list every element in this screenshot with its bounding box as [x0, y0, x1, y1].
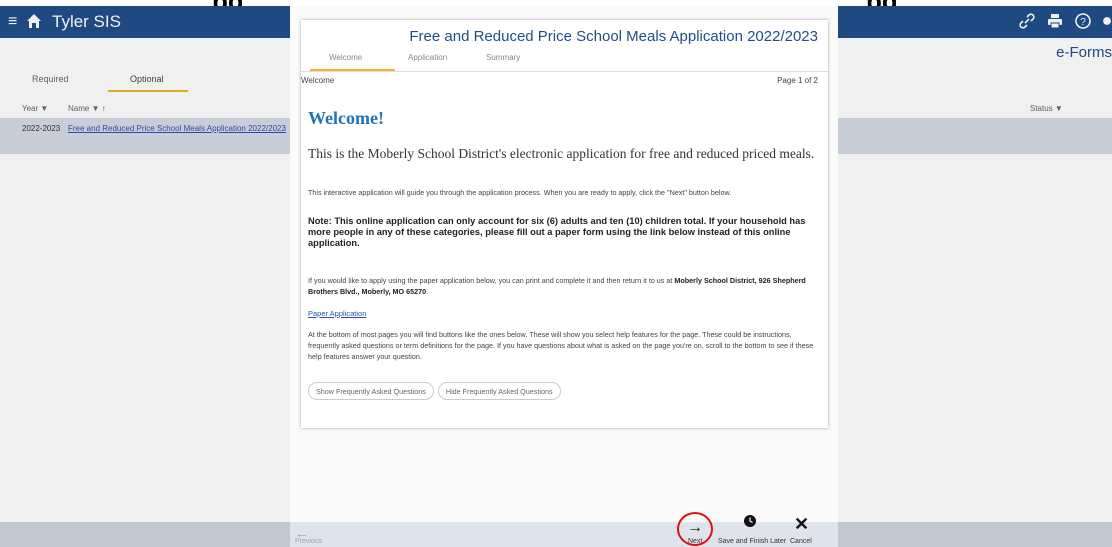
column-status[interactable]: Status ▼ — [1030, 104, 1063, 113]
filter-icon: ▼ — [91, 104, 100, 113]
current-step-name: Welcome — [301, 76, 335, 85]
cancel-button[interactable]: ✕ Cancel — [784, 512, 816, 547]
divider — [301, 71, 828, 72]
modal-action-bar: ← Previous → Next Save and Finish Later … — [290, 512, 838, 547]
help-icon[interactable]: ? — [1074, 12, 1092, 30]
menu-icon[interactable]: ≡ — [8, 13, 17, 31]
save-finish-later-button[interactable]: Save and Finish Later — [718, 514, 786, 547]
next-button[interactable]: → Next — [676, 512, 716, 547]
step-application[interactable]: Application — [408, 53, 447, 62]
page-indicator: Page 1 of 2 — [777, 76, 818, 85]
cancel-label: Cancel — [790, 538, 812, 545]
user-icon[interactable] — [1102, 12, 1112, 30]
tab-required[interactable]: Required — [32, 74, 69, 84]
row-form-link[interactable]: Free and Reduced Price School Meals Appl… — [68, 124, 290, 133]
app-brand: Tyler SIS — [52, 12, 121, 31]
step-summary[interactable]: Summary — [486, 53, 520, 62]
welcome-heading: Welcome! — [308, 108, 384, 128]
step-welcome[interactable]: Welcome — [329, 53, 362, 62]
sort-up-icon: ↑ — [101, 104, 106, 113]
form-title: Free and Reduced Price School Meals Appl… — [409, 28, 818, 45]
paper-application-link[interactable]: Paper Application — [308, 309, 366, 318]
hide-faq-button[interactable]: Hide Frequently Asked Questions — [437, 382, 561, 400]
page-title: e-Forms — [1056, 44, 1112, 61]
clock-icon — [744, 515, 756, 527]
intro-text: This is the Moberly School District's el… — [308, 146, 815, 161]
link-icon[interactable] — [1018, 12, 1036, 30]
column-name[interactable]: Name ▼ ↑ — [68, 104, 106, 113]
tab-optional[interactable]: Optional — [130, 74, 164, 84]
wizard-steps: Welcome Application Summary — [301, 48, 828, 68]
faq-buttons: Show Frequently Asked Questions Hide Fre… — [308, 382, 561, 400]
arrow-right-icon: → — [687, 519, 703, 536]
next-label: Next — [688, 538, 703, 545]
home-icon[interactable] — [26, 13, 42, 29]
row-year: 2022-2023 — [22, 124, 61, 133]
form-card: Free and Reduced Price School Meals Appl… — [301, 20, 828, 428]
help-info-text: At the bottom of most pages you will fin… — [308, 330, 814, 361]
filter-icon: ▼ — [1054, 104, 1063, 113]
previous-button[interactable]: ← Previous — [295, 522, 325, 547]
application-modal: Free and Reduced Price School Meals Appl… — [290, 6, 838, 547]
tab-active-indicator — [108, 90, 188, 92]
header-icons: ? — [1018, 12, 1112, 30]
column-year[interactable]: Year ▼ — [22, 104, 48, 113]
step-info: Welcome Page 1 of 2 — [301, 76, 828, 90]
save-label: Save and Finish Later — [718, 538, 787, 545]
show-faq-button[interactable]: Show Frequently Asked Questions — [308, 382, 434, 400]
svg-text:?: ? — [1080, 17, 1086, 28]
instructions-text: This interactive application will guide … — [308, 188, 732, 197]
print-icon[interactable] — [1046, 12, 1064, 30]
previous-label: Previous — [295, 538, 323, 545]
note-text: Note: This online application can only a… — [308, 216, 806, 248]
close-icon: ✕ — [794, 514, 810, 534]
filter-icon: ▼ — [40, 104, 49, 113]
paper-instructions: If you would like to apply using the pap… — [308, 276, 806, 296]
bg-tabs: Required Optional — [0, 68, 290, 92]
